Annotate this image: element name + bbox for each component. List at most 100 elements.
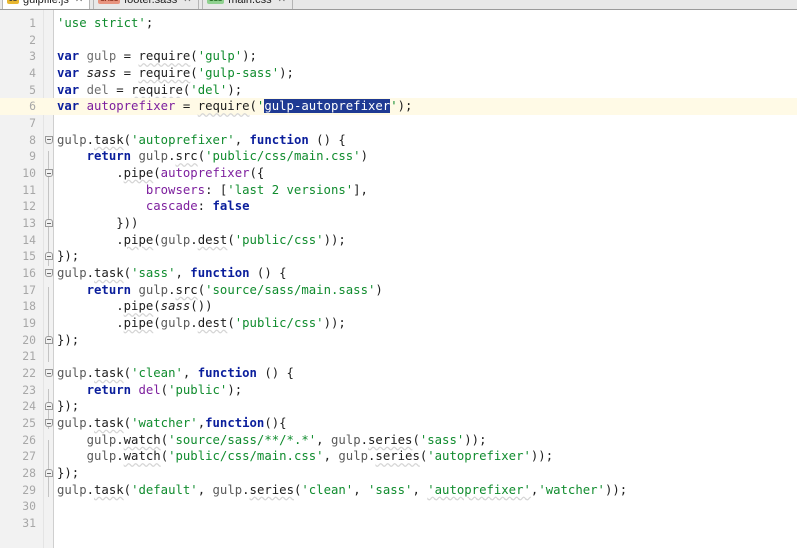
line-number: 25 [22,416,36,430]
close-icon[interactable]: ✕ [183,0,191,5]
line-content: return gulp.src('source/sass/main.sass') [86,282,383,297]
tab-footer-sass[interactable]: SASS footer.sass ✕ [93,0,199,9]
code-line[interactable]: 24 }); [0,398,797,415]
line-number: 16 [22,266,36,280]
line-content: .pipe(gulp.dest('public/css')); [57,316,346,330]
line-number: 15 [22,249,36,264]
code-line[interactable]: 19 .pipe(gulp.dest('public/css')); [0,315,797,332]
fold-toggle-icon[interactable] [44,465,54,482]
line-content: gulp.watch('public/css/main.css', gulp.s… [86,449,554,464]
tab-gulpfile-js[interactable]: JS gulpfile.js ✕ [2,0,91,9]
code-line[interactable]: 4 var sass = require('gulp-sass'); [0,65,797,82]
line-number: 13 [22,216,36,230]
code-line[interactable]: 9 return gulp.src('public/css/main.css') [0,148,797,165]
code-line[interactable]: 3 var gulp = require('gulp'); [0,48,797,65]
line-content: cascade: false [145,199,250,214]
code-line[interactable]: 11 browsers: ['last 2 versions'], [0,182,797,199]
code-line[interactable]: 10 .pipe(autoprefixer({ [0,165,797,182]
code-line[interactable]: 1 'use strict'; [0,15,797,32]
line-number: 21 [22,349,36,364]
line-content: gulp.task('default', gulp.series('clean'… [57,482,628,497]
code-line[interactable]: 31 [0,515,797,532]
code-editor[interactable]: 1 'use strict'; 2 3 var gulp = require('… [0,10,797,548]
line-number: 26 [22,432,36,447]
css-file-icon: CSS [206,0,225,4]
code-line[interactable]: 15 }); [0,248,797,265]
code-line[interactable]: 21 [0,348,797,365]
line-content: gulp.task('clean', function () { [57,366,294,380]
code-line[interactable]: 2 [0,32,797,49]
fold-toggle-icon[interactable] [44,415,54,432]
line-number: 23 [22,382,36,397]
fold-toggle-icon[interactable] [44,132,54,149]
code-line[interactable]: 30 [0,498,797,515]
line-number: 3 [29,49,36,64]
fold-toggle-icon[interactable] [44,365,54,382]
line-number: 2 [29,32,36,47]
line-number: 10 [22,166,36,180]
line-number: 19 [22,316,36,330]
line-content: var autoprefixer = require('gulp-autopre… [57,99,413,114]
line-number: 29 [22,482,36,497]
code-line[interactable]: 23 return del('public'); [0,382,797,399]
line-content: gulp.task('sass', function () { [57,266,287,280]
code-line[interactable]: 5 var del = require('del'); [0,82,797,99]
sass-file-icon: SASS [98,0,121,4]
line-number: 9 [29,149,36,164]
line-number: 8 [29,132,36,147]
tab-label: gulpfile.js [23,0,69,6]
line-number: 1 [29,16,36,30]
fold-toggle-icon[interactable] [44,215,54,232]
text-selection: gulp-autoprefixer [264,99,391,114]
line-content: gulp.task('autoprefixer', function () { [57,132,346,147]
fold-toggle-icon[interactable] [44,265,54,282]
editor-tab-bar: JS gulpfile.js ✕ SASS footer.sass ✕ CSS … [0,0,797,10]
line-content: browsers: ['last 2 versions'], [145,182,368,197]
code-line[interactable]: 26 gulp.watch('source/sass/**/*.*', gulp… [0,432,797,449]
code-line[interactable]: 7 [0,115,797,132]
line-number: 11 [22,182,36,197]
line-content: return gulp.src('public/css/main.css') [86,149,368,164]
line-number: 12 [22,199,36,214]
line-number: 18 [22,299,36,314]
code-line[interactable]: 12 cascade: false [0,198,797,215]
line-content: var del = require('del'); [57,82,243,97]
line-number: 6 [0,98,36,115]
code-line[interactable]: 13 })) [0,215,797,232]
code-line[interactable]: 22 gulp.task('clean', function () { [0,365,797,382]
code-line[interactable]: 14 .pipe(gulp.dest('public/css')); [0,232,797,249]
code-line[interactable]: 28 }); [0,465,797,482]
close-icon[interactable]: ✕ [278,0,286,5]
code-line-current[interactable]: 6 var autoprefixer = require('gulp-autop… [0,98,797,115]
line-number: 30 [22,499,36,514]
fold-toggle-icon[interactable] [44,248,54,265]
line-content: })) [57,216,139,230]
code-line[interactable]: 27 gulp.watch('public/css/main.css', gul… [0,448,797,465]
fold-toggle-icon[interactable] [44,398,54,415]
code-line[interactable]: 18 .pipe(sass()) [0,298,797,315]
line-number: 22 [22,366,36,380]
line-number: 4 [29,66,36,80]
line-number: 5 [29,82,36,97]
code-line[interactable]: 17 return gulp.src('source/sass/main.sas… [0,282,797,299]
close-icon[interactable]: ✕ [75,0,83,5]
line-number: 24 [22,399,36,414]
code-line[interactable]: 16 gulp.task('sass', function () { [0,265,797,282]
line-content: 'use strict'; [57,16,154,30]
line-content: gulp.task('watcher',function(){ [57,416,287,430]
fold-toggle-icon[interactable] [44,165,54,182]
tab-main-css[interactable]: CSS main.css ✕ [201,0,293,9]
line-number: 28 [22,466,36,480]
line-content: return del('public'); [86,382,243,397]
line-number: 27 [22,449,36,464]
code-line[interactable]: 8 gulp.task('autoprefixer', function () … [0,132,797,149]
line-content: }); [57,466,80,480]
tab-label: footer.sass [124,0,177,6]
line-content: }); [57,249,80,264]
fold-toggle-icon[interactable] [44,332,54,349]
code-line[interactable]: 29 gulp.task('default', gulp.series('cle… [0,482,797,499]
code-line[interactable]: 25 gulp.task('watcher',function(){ [0,415,797,432]
code-line[interactable]: 20 }); [0,332,797,349]
line-content: gulp.watch('source/sass/**/*.*', gulp.se… [86,432,487,447]
line-content: .pipe(gulp.dest('public/css')); [57,232,346,247]
